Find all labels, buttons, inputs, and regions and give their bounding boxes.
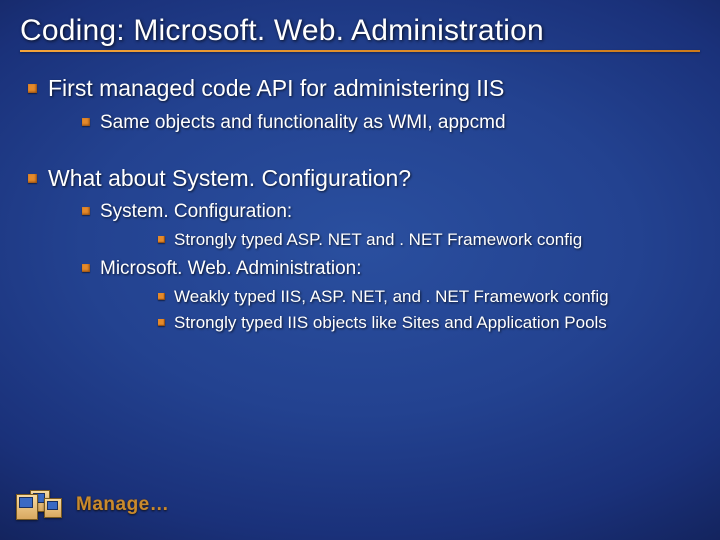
bullet-lvl1: What about System. Configuration? System… [20,164,700,335]
bullet-text: Weakly typed IIS, ASP. NET, and . NET Fr… [174,287,609,306]
bullet-text: First managed code API for administering… [48,75,504,101]
bullet-text: Microsoft. Web. Administration: [100,258,362,279]
bullet-lvl2: Microsoft. Web. Administration: Weakly t… [48,256,700,335]
footer-label: Manage… [76,494,169,516]
bullet-list: What about System. Configuration? System… [20,164,700,335]
slide: Coding: Microsoft. Web. Administration F… [0,0,720,540]
bullet-lvl3: Weakly typed IIS, ASP. NET, and . NET Fr… [100,286,700,309]
servers-icon [16,484,66,526]
bullet-list: First managed code API for administering… [20,74,700,136]
bullet-lvl2: Same objects and functionality as WMI, a… [48,110,700,136]
bullet-text: What about System. Configuration? [48,165,411,191]
spacer [20,142,700,164]
bullet-lvl2: System. Configuration: Strongly typed AS… [48,199,700,252]
footer: Manage… [16,484,169,526]
bullet-text: Strongly typed ASP. NET and . NET Framew… [174,230,582,249]
bullet-text: System. Configuration: [100,201,292,222]
bullet-text: Same objects and functionality as WMI, a… [100,112,506,133]
bullet-lvl1: First managed code API for administering… [20,74,700,136]
bullet-lvl3: Strongly typed IIS objects like Sites an… [100,312,700,335]
title-rule [20,50,700,52]
bullet-lvl3: Strongly typed ASP. NET and . NET Framew… [100,229,700,252]
slide-title: Coding: Microsoft. Web. Administration [20,14,700,48]
bullet-text: Strongly typed IIS objects like Sites an… [174,313,607,332]
